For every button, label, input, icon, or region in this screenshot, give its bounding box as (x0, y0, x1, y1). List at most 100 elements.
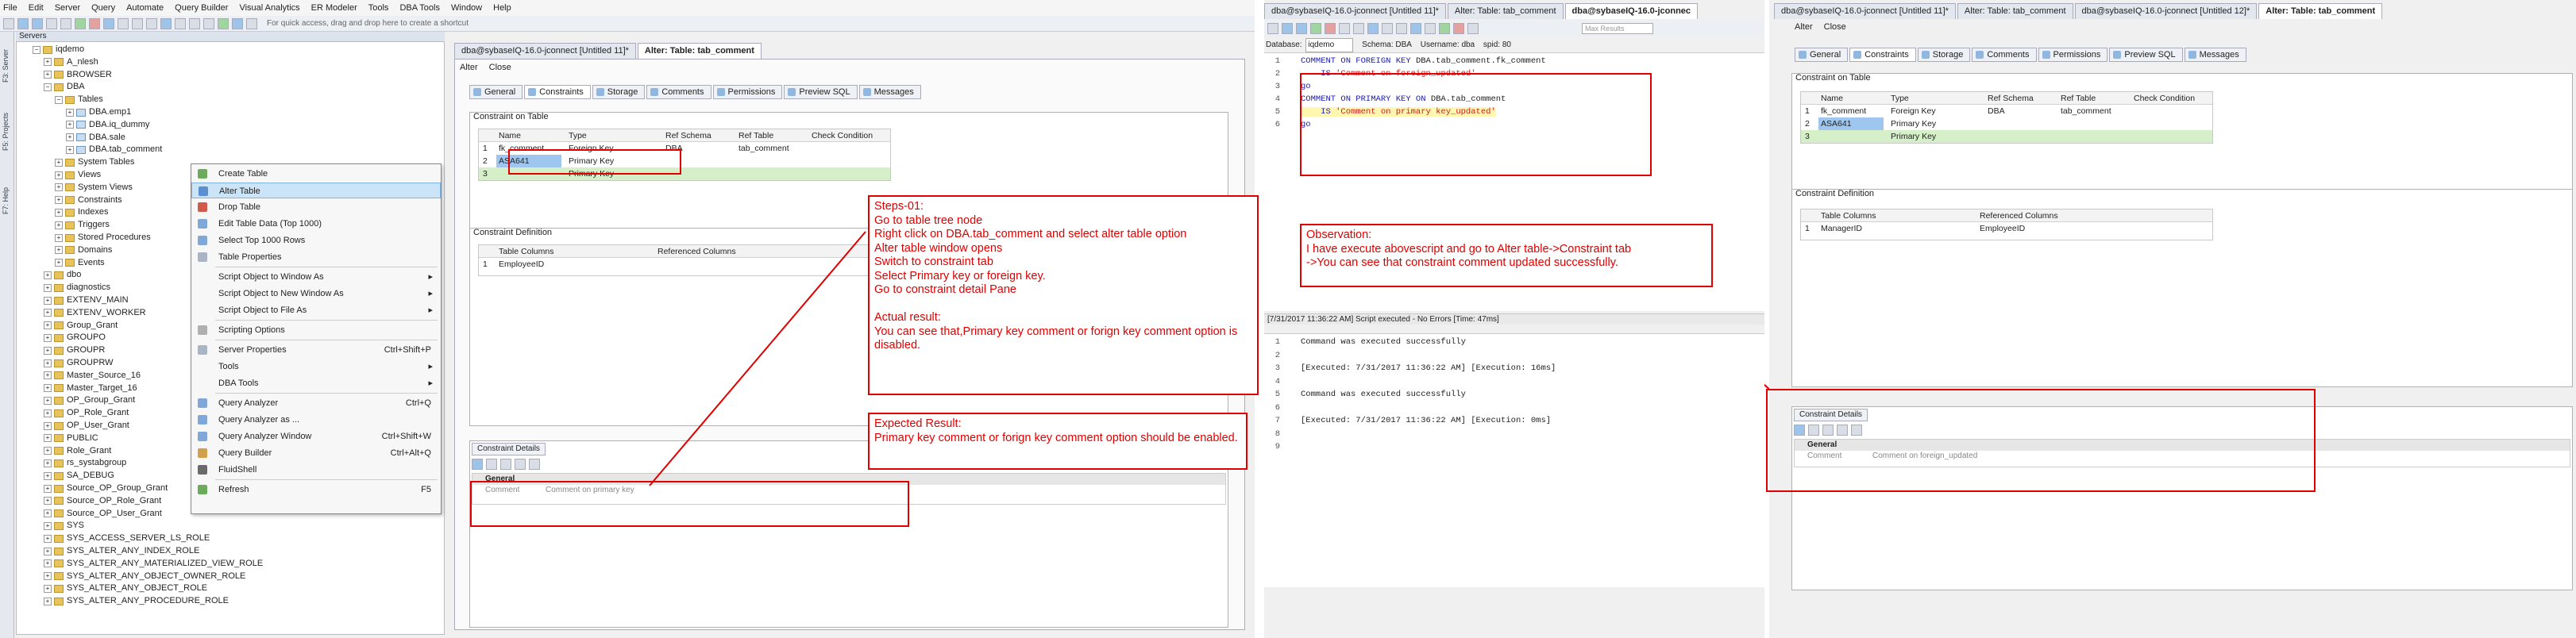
cut-icon[interactable] (46, 17, 57, 29)
menu-query[interactable]: Query (91, 3, 115, 13)
expand-toggle-icon[interactable]: + (66, 108, 74, 117)
expand-toggle-icon[interactable]: + (44, 396, 52, 405)
open-icon[interactable] (17, 17, 29, 29)
right-header-ref-schema[interactable]: Ref Schema (1985, 92, 2034, 105)
database-select[interactable]: iqdemo (1305, 38, 1354, 52)
expand-toggle-icon[interactable]: + (44, 509, 52, 518)
menu-automate[interactable]: Automate (126, 3, 164, 13)
tree-folder-node[interactable]: + BROWSER (44, 69, 112, 81)
tree-folder-node[interactable]: + Triggers (55, 219, 110, 231)
left-header-ref-table[interactable]: Ref Table (736, 129, 773, 142)
dropdown-icon[interactable] (189, 17, 200, 29)
tree-table-node[interactable]: + DBA.tab_comment (66, 144, 162, 156)
expand-toggle-icon[interactable]: + (55, 196, 63, 205)
expand-toggle-icon[interactable]: + (44, 271, 52, 279)
expand-toggle-icon[interactable]: + (55, 221, 63, 229)
left-subtab-storage[interactable]: Storage (592, 85, 646, 99)
expand-toggle-icon[interactable]: + (55, 246, 63, 255)
query-analyzer-icon[interactable] (103, 17, 114, 29)
expand-toggle-icon[interactable]: + (44, 584, 52, 593)
undo-icon[interactable] (132, 17, 143, 29)
tree-folder-node[interactable]: − DBA (44, 81, 85, 93)
refresh-icon[interactable] (118, 17, 129, 29)
tree-folder-node[interactable]: + OP_Group_Grant (44, 394, 135, 406)
menu-server[interactable]: Server (55, 3, 80, 13)
save-icon[interactable] (32, 17, 43, 29)
expand-toggle-icon[interactable]: + (44, 534, 52, 543)
context-item-tools[interactable]: Tools ▸ (191, 359, 441, 375)
run-icon[interactable] (218, 17, 229, 29)
tree-folder-node[interactable]: + OP_User_Grant (44, 420, 129, 432)
expand-toggle-icon[interactable]: + (44, 484, 52, 493)
left-editor-tab-1[interactable]: Alter: Table: tab_comment (637, 43, 762, 59)
tree-folder-node[interactable]: + SYS_ACCESS_SERVER_LS_ROLE (44, 532, 210, 544)
middle-tab-2[interactable]: dba@sybaseIQ-16.0-jconnec (1564, 3, 1699, 19)
context-item-query-analyzer[interactable]: Query Analyzer Ctrl+Q (191, 395, 441, 411)
tree-folder-node[interactable]: + Events (55, 257, 105, 269)
left-editor-tab-0[interactable]: dba@sybaseIQ-16.0-jconnect [Untitled 11]… (454, 43, 636, 59)
results-icon[interactable] (1396, 23, 1407, 34)
right-definition-row[interactable]: 1 ManagerID EmployeeID (1801, 222, 2212, 235)
right-header-check-condition[interactable]: Check Condition (2131, 92, 2195, 105)
expand-icon[interactable] (515, 459, 526, 470)
expand-toggle-icon[interactable]: + (44, 71, 52, 79)
right-constraint-row[interactable]: 1 fk_comment Foreign Key DBA tab_comment (1801, 105, 2212, 117)
right-close-button[interactable]: Close (1824, 22, 1846, 35)
context-item-table-properties[interactable]: Table Properties (191, 249, 441, 265)
middle-tab-1[interactable]: Alter: Table: tab_comment (1447, 3, 1564, 19)
tree-folder-node[interactable]: + Group_Grant (44, 320, 118, 332)
expand-toggle-icon[interactable]: + (55, 171, 63, 179)
definition-cell[interactable]: EmployeeID (1977, 222, 2025, 235)
left-subtab-general[interactable]: General (469, 85, 523, 99)
context-item-query-builder[interactable]: Query Builder Ctrl+Alt+Q (191, 445, 441, 461)
tree-table-node[interactable]: + DBA.sale (66, 132, 125, 144)
tree-folder-node[interactable]: + SYS_ALTER_ANY_MATERIALIZED_VIEW_ROLE (44, 558, 263, 570)
tree-folder-node[interactable]: + diagnostics (44, 282, 110, 294)
left-header-check-condition[interactable]: Check Condition (809, 129, 873, 142)
expand-toggle-icon[interactable]: + (44, 346, 52, 355)
tree-folder-node[interactable]: + GROUPRW (44, 357, 113, 369)
tree-folder-node[interactable]: + A_nlesh (44, 56, 98, 68)
definition-cell[interactable]: ManagerID (1818, 222, 1862, 235)
menu-query-builder[interactable]: Query Builder (175, 3, 228, 13)
menu-file[interactable]: File (3, 3, 17, 13)
menu-edit[interactable]: Edit (29, 3, 44, 13)
context-item-select-top-1000-rows[interactable]: Select Top 1000 Rows (191, 233, 441, 248)
commit-icon[interactable] (1439, 23, 1450, 34)
file-open-icon[interactable] (1282, 23, 1293, 34)
right-subtab-permissions[interactable]: Permissions (2038, 48, 2108, 62)
tree-folder-node[interactable]: + SYS_ALTER_ANY_PROCEDURE_ROLE (44, 595, 229, 607)
right-constraint-row[interactable]: 3 Primary Key (1801, 130, 2212, 143)
context-item-script-object-to-file-as[interactable]: Script Object to File As ▸ (191, 302, 441, 318)
right-def-header-referenced-columns[interactable]: Referenced Columns (1977, 209, 2058, 222)
expand-toggle-icon[interactable]: + (44, 371, 52, 380)
new-icon[interactable] (3, 17, 14, 29)
tree-folder-node[interactable]: + OP_Role_Grant (44, 407, 129, 419)
constraint-cell[interactable]: ASA641 (1818, 117, 1884, 130)
expand-toggle-icon[interactable]: − (33, 45, 40, 54)
right-subtab-constraints[interactable]: Constraints (1849, 48, 1916, 62)
middle-tab-0[interactable]: dba@sybaseIQ-16.0-jconnect [Untitled 11]… (1264, 3, 1446, 19)
format-icon[interactable] (1339, 23, 1350, 34)
right-subtab-general[interactable]: General (1795, 48, 1849, 62)
expand-toggle-icon[interactable]: + (44, 321, 52, 330)
tree-folder-node[interactable]: + EXTENV_MAIN (44, 294, 129, 306)
context-item-fluidshell[interactable]: FluidShell (191, 462, 441, 478)
right-tab-1[interactable]: Alter: Table: tab_comment (1957, 3, 2073, 19)
constraint-cell[interactable]: fk_comment (1818, 105, 1866, 117)
tree-folder-node[interactable]: + Master_Target_16 (44, 382, 137, 394)
tree-folder-node[interactable]: + System Views (55, 182, 133, 194)
copy-icon[interactable] (60, 17, 71, 29)
definition-cell[interactable]: EmployeeID (496, 258, 544, 271)
expand-toggle-icon[interactable]: + (44, 572, 52, 581)
stop-script-icon[interactable] (1325, 23, 1336, 34)
tree-folder-node[interactable]: + Role_Grant (44, 445, 111, 457)
comment-icon[interactable] (1353, 23, 1364, 34)
expand-toggle-icon[interactable]: + (44, 333, 52, 342)
context-item-script-object-to-new-window-as[interactable]: Script Object to New Window As ▸ (191, 286, 441, 302)
tree-folder-node[interactable]: + EXTENV_WORKER (44, 307, 146, 319)
execute-icon[interactable] (75, 17, 86, 29)
tree-folder-node[interactable]: + Source_OP_User_Grant (44, 508, 162, 520)
right-subtab-storage[interactable]: Storage (1917, 48, 1971, 62)
right-subtab-messages[interactable]: Messages (2184, 48, 2246, 62)
